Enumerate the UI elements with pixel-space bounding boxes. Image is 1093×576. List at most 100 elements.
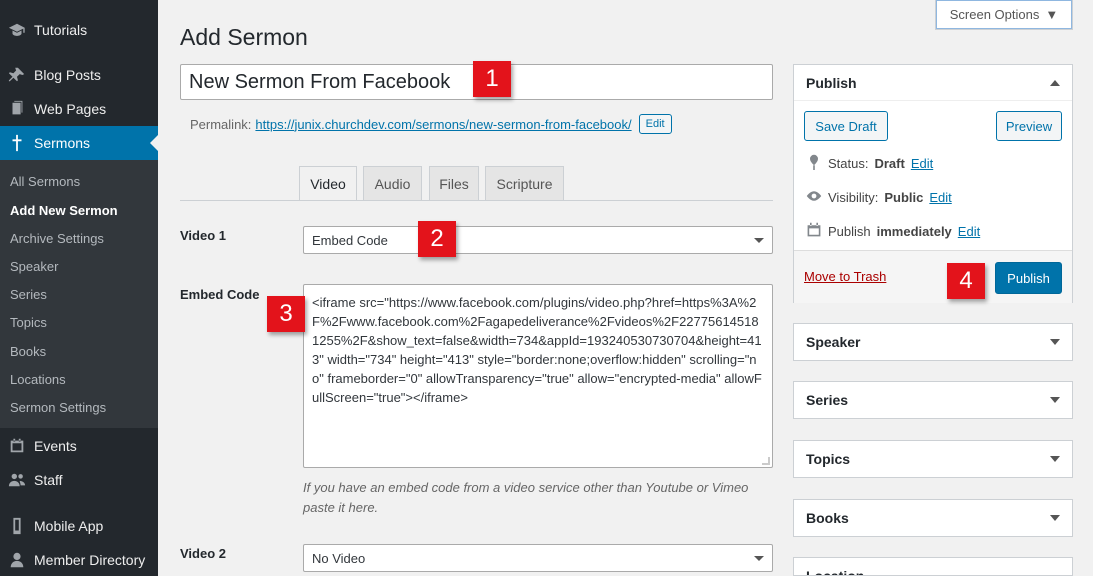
video2-label: Video 2 [180, 546, 227, 561]
menu-label: Web Pages [34, 101, 107, 117]
chevron-down-icon [1050, 397, 1060, 403]
chevron-down-icon [754, 555, 764, 561]
screen-options-button[interactable]: Screen Options ▼ [935, 0, 1073, 30]
status-label: Status: [828, 156, 869, 171]
status-row: Status: Draft Edit [806, 154, 933, 173]
chevron-down-icon [754, 237, 764, 243]
tab-files[interactable]: Files [429, 166, 479, 200]
embed-code-textarea[interactable]: <iframe src="https://www.facebook.com/pl… [303, 284, 773, 468]
pin-icon [806, 154, 822, 173]
title-value: New Sermon From Facebook [189, 70, 451, 93]
graduation-cap-icon [0, 21, 34, 39]
visibility-row: Visibility: Public Edit [806, 188, 952, 207]
annotation-marker-1: 1 [473, 61, 511, 97]
publish-box-title: Publish [806, 74, 857, 91]
embed-code-label: Embed Code [180, 287, 260, 302]
page-title: Add Sermon [180, 24, 308, 50]
menu-label: Staff [34, 472, 63, 488]
menu-label: Member Directory [34, 552, 146, 568]
submenu-series[interactable]: Series [10, 287, 47, 302]
annotation-marker-3: 3 [267, 296, 305, 332]
admin-sidebar: Tutorials Blog Posts Web Pages Sermons A… [0, 0, 158, 576]
phone-icon [0, 517, 34, 535]
publish-box: Publish Save Draft Preview Status: Draft… [793, 64, 1073, 303]
schedule-row: Publish immediately Edit [806, 222, 980, 241]
menu-item-web-pages[interactable]: Web Pages [0, 92, 158, 126]
tab-divider [180, 200, 773, 201]
submenu-locations[interactable]: Locations [10, 372, 66, 387]
menu-item-sermons[interactable]: Sermons [0, 126, 158, 160]
submenu-all-sermons[interactable]: All Sermons [10, 174, 80, 189]
submenu-books[interactable]: Books [10, 344, 46, 359]
submenu-archive-settings[interactable]: Archive Settings [10, 231, 104, 246]
menu-item-member-directory[interactable]: Member Directory [0, 543, 158, 576]
topics-box[interactable]: Topics [793, 440, 1073, 478]
schedule-value: immediately [876, 224, 952, 239]
visibility-edit-link[interactable]: Edit [929, 190, 951, 205]
calendar-icon [0, 437, 34, 455]
chevron-down-icon [1050, 339, 1060, 345]
submenu-speaker[interactable]: Speaker [10, 259, 58, 274]
status-value: Draft [874, 156, 905, 171]
speaker-box-title: Speaker [806, 334, 861, 350]
topics-box-title: Topics [806, 451, 851, 467]
menu-label: Blog Posts [34, 67, 101, 83]
preview-button[interactable]: Preview [996, 111, 1062, 141]
menu-item-tutorials[interactable]: Tutorials [0, 13, 158, 47]
publish-actions: Move to Trash Publish [794, 250, 1072, 303]
permalink-link[interactable]: https://junix.churchdev.com/sermons/new-… [255, 117, 631, 132]
save-draft-button[interactable]: Save Draft [804, 111, 888, 141]
video1-select[interactable]: Embed Code [303, 226, 773, 254]
submenu-add-new-sermon[interactable]: Add New Sermon [10, 203, 118, 218]
video2-select[interactable]: No Video [303, 544, 773, 572]
eye-icon [806, 188, 822, 207]
embed-code-value: <iframe src="https://www.facebook.com/pl… [312, 295, 762, 405]
menu-item-blog-posts[interactable]: Blog Posts [0, 58, 158, 92]
location-box[interactable]: Location [793, 557, 1073, 576]
tab-video[interactable]: Video [299, 166, 357, 201]
series-box[interactable]: Series [793, 381, 1073, 419]
video1-value: Embed Code [312, 232, 388, 248]
move-to-trash-link[interactable]: Move to Trash [804, 269, 886, 284]
permalink: Permalink: https://junix.churchdev.com/s… [190, 114, 672, 134]
menu-item-events[interactable]: Events [0, 429, 158, 463]
menu-label: Tutorials [34, 22, 88, 38]
books-box[interactable]: Books [793, 499, 1073, 537]
menu-label: Sermons [34, 135, 91, 151]
speaker-box[interactable]: Speaker [793, 323, 1073, 361]
people-icon [0, 471, 34, 489]
visibility-value: Public [884, 190, 924, 205]
screen-options-label: Screen Options [949, 7, 1040, 22]
annotation-marker-2: 2 [418, 221, 456, 257]
resize-handle-icon[interactable] [762, 457, 770, 465]
submenu-sermon-settings[interactable]: Sermon Settings [10, 400, 106, 415]
person-icon [0, 551, 34, 569]
video2-value: No Video [312, 550, 366, 566]
pages-icon [0, 100, 34, 118]
publish-box-header[interactable]: Publish [794, 65, 1072, 101]
annotation-marker-4: 4 [947, 263, 985, 299]
embed-help-text: If you have an embed code from a video s… [303, 480, 749, 515]
visibility-label: Visibility: [828, 190, 879, 205]
video1-label: Video 1 [180, 228, 227, 243]
publish-button[interactable]: Publish [995, 262, 1062, 294]
tab-audio[interactable]: Audio [363, 166, 422, 200]
chevron-down-icon: ▼ [1045, 7, 1059, 22]
permalink-edit-button[interactable]: Edit [638, 114, 672, 134]
sermons-submenu: All Sermons Add New Sermon Archive Setti… [0, 160, 158, 428]
cross-icon [0, 134, 34, 152]
chevron-up-icon [1050, 79, 1060, 86]
submenu-topics[interactable]: Topics [10, 315, 47, 330]
menu-label: Events [34, 438, 77, 454]
pin-icon [0, 66, 34, 84]
schedule-edit-link[interactable]: Edit [958, 224, 980, 239]
series-box-title: Series [806, 392, 849, 408]
menu-label: Mobile App [34, 518, 104, 534]
tab-scripture[interactable]: Scripture [485, 166, 564, 200]
chevron-down-icon [1050, 456, 1060, 462]
menu-item-staff[interactable]: Staff [0, 463, 158, 497]
location-box-title: Location [806, 568, 865, 576]
status-edit-link[interactable]: Edit [911, 156, 933, 171]
menu-item-mobile-app[interactable]: Mobile App [0, 509, 158, 543]
permalink-label: Permalink: [190, 116, 252, 132]
